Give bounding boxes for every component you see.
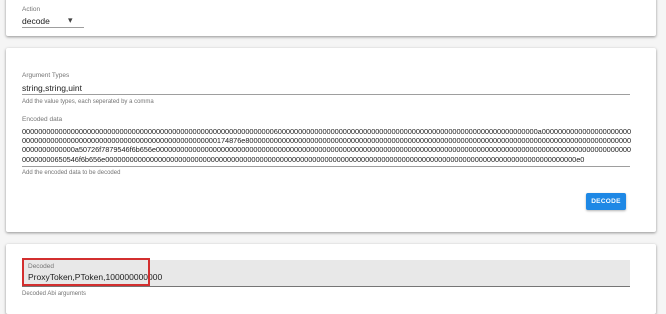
decoded-helper: Decoded Abi arguments: [22, 291, 87, 297]
argument-types-input[interactable]: string,string,uint: [22, 83, 82, 93]
decode-button[interactable]: DECODE: [586, 193, 626, 210]
action-select-value[interactable]: decode: [22, 16, 50, 26]
action-label: Action: [22, 6, 41, 13]
encoded-data-underline: [22, 166, 630, 167]
argument-types-underline: [22, 94, 630, 95]
result-card: Decoded ProxyToken,PToken,100000000000 D…: [6, 244, 656, 314]
encoded-data-helper: Add the encoded data to be decoded: [22, 170, 121, 176]
action-select-underline: [22, 27, 84, 28]
action-card: Action decode ▾: [6, 0, 656, 36]
arguments-card: Argument Types string,string,uint Add th…: [6, 48, 656, 232]
encoded-data-label: Encoded data: [22, 116, 63, 123]
argument-types-helper: Add the value types, each seperated by a…: [22, 99, 154, 105]
argument-types-label: Argument Types: [22, 72, 70, 79]
decoded-highlight-box: [22, 258, 150, 286]
encoded-data-textarea[interactable]: 0000000000000000000000000000000000000000…: [22, 127, 632, 164]
chevron-down-icon[interactable]: ▾: [68, 15, 73, 26]
